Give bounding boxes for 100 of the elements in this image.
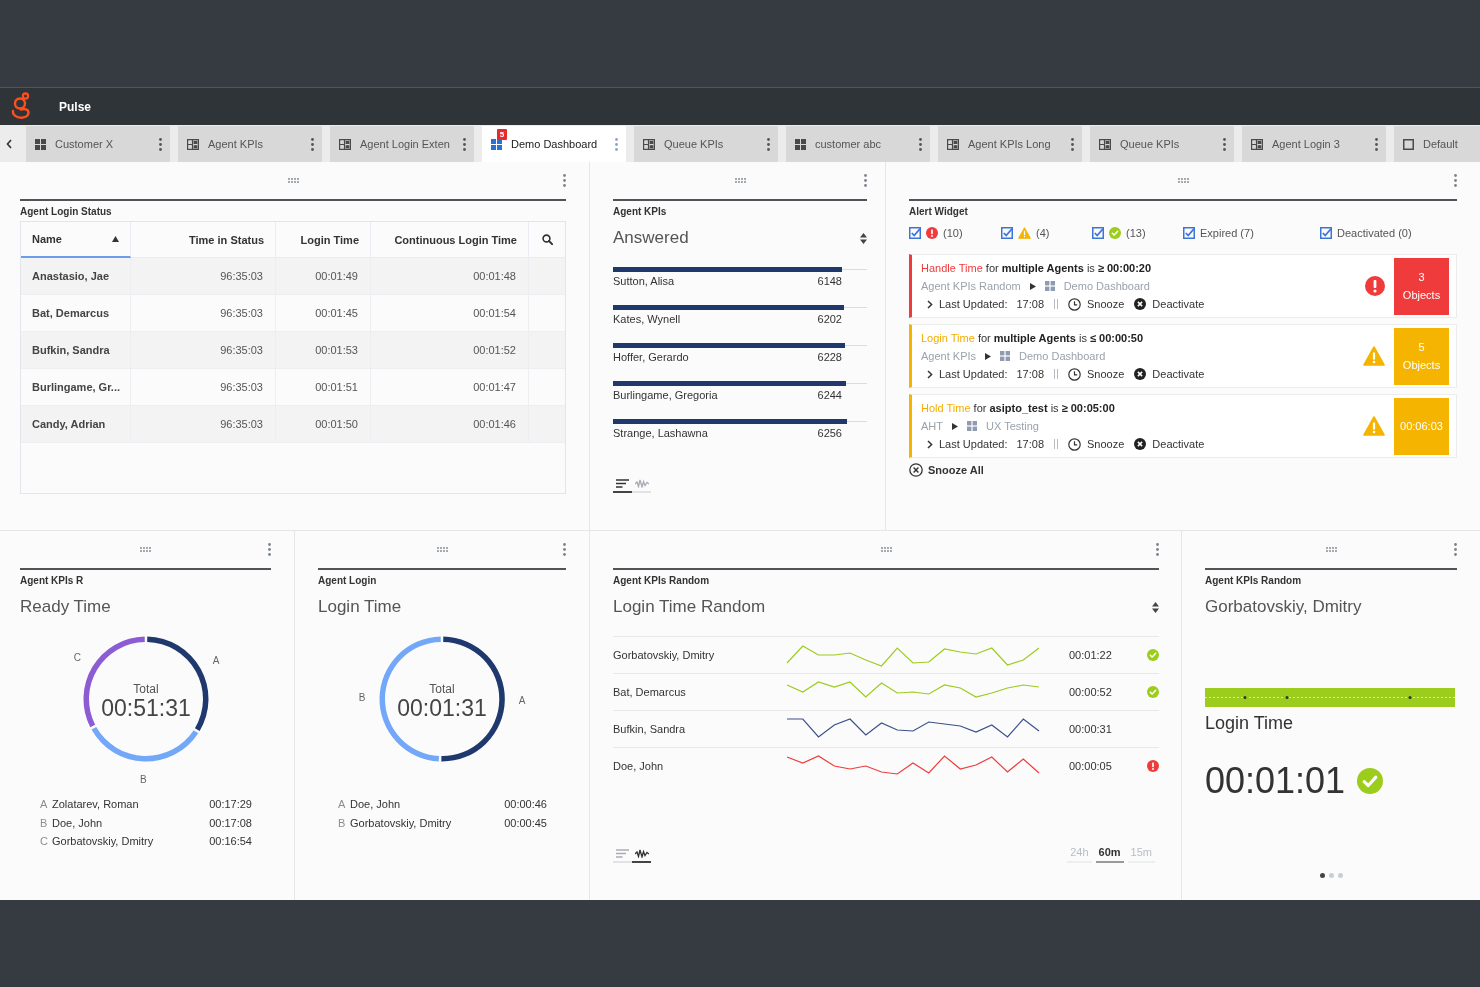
- more-icon[interactable]: [159, 137, 162, 151]
- tab[interactable]: Agent KPIs Long: [938, 126, 1082, 162]
- page-dot[interactable]: [1328, 873, 1334, 878]
- chevron-right-icon[interactable]: [927, 299, 933, 309]
- legend-letter: B: [40, 815, 49, 831]
- deactivate-button[interactable]: Deactivate: [1134, 298, 1205, 310]
- legend-name: Zolatarev, Roman: [52, 797, 140, 812]
- widget-title: Agent KPIs R: [20, 574, 84, 587]
- checkbox-icon[interactable]: [1001, 227, 1013, 239]
- more-icon[interactable]: [615, 137, 618, 151]
- table-cell: Candy, Adrian: [21, 406, 131, 443]
- logo-icon[interactable]: [10, 91, 32, 122]
- tab[interactable]: Agent KPIs: [178, 126, 322, 162]
- more-icon[interactable]: [1454, 543, 1457, 556]
- kpi-value: 6148: [817, 274, 842, 288]
- chevron-right-icon[interactable]: [927, 439, 933, 449]
- more-icon[interactable]: [1375, 137, 1378, 151]
- widget-title: Alert Widget: [909, 205, 968, 218]
- more-icon[interactable]: [1156, 543, 1159, 556]
- page-dot[interactable]: [1319, 873, 1325, 878]
- table-cell: Bufkin, Sandra: [21, 332, 131, 369]
- more-icon[interactable]: [767, 137, 770, 151]
- metric-title: Login Time Random: [613, 596, 766, 618]
- more-icon[interactable]: [864, 174, 867, 187]
- time-range-tab[interactable]: 60m: [1095, 846, 1124, 863]
- clock-icon: [1068, 437, 1082, 451]
- filter-checkbox[interactable]: Deactivated (0): [1320, 227, 1412, 239]
- widget-title: Agent KPIs Random: [613, 574, 710, 587]
- kpi-value: 6244: [817, 388, 842, 402]
- clock-icon: [1068, 297, 1082, 311]
- more-icon[interactable]: [463, 137, 466, 151]
- legend-name: Doe, John: [350, 797, 402, 812]
- tab[interactable]: Agent Login 3: [1242, 126, 1386, 162]
- agent-name: Gorbatovskiy, Dmitry: [1205, 596, 1362, 618]
- chevron-left-icon: [6, 139, 12, 149]
- filter-checkbox[interactable]: Expired (7): [1183, 227, 1320, 239]
- more-icon[interactable]: [1071, 137, 1074, 151]
- close-circle-icon: [1134, 298, 1147, 310]
- agent-name: Bat, Demarcus: [613, 686, 687, 698]
- sort-icon[interactable]: [860, 232, 867, 244]
- deactivate-button[interactable]: Deactivate: [1134, 368, 1205, 380]
- search-icon: [541, 234, 553, 245]
- kpi-value: 00:01:22: [1069, 649, 1112, 661]
- filter-checkbox[interactable]: (4): [1001, 227, 1092, 239]
- drag-handle-icon[interactable]: [436, 547, 448, 552]
- legend-letter: A: [338, 797, 347, 812]
- count-badge: 5 Objects: [1394, 327, 1449, 385]
- total-label: Total: [132, 682, 159, 696]
- drag-handle-icon[interactable]: [880, 547, 892, 552]
- snooze-all-button[interactable]: Snooze All: [909, 462, 984, 478]
- drag-handle-icon[interactable]: [287, 178, 299, 183]
- chevron-right-icon[interactable]: [927, 369, 933, 379]
- updated-label: Last Updated:: [939, 298, 1008, 310]
- total-value: 00:01:31: [397, 695, 487, 721]
- layout-icon: [1251, 138, 1263, 150]
- more-icon[interactable]: [1223, 137, 1226, 151]
- checkbox-icon[interactable]: [909, 227, 921, 239]
- filter-checkbox[interactable]: (13): [1092, 227, 1183, 239]
- drag-handle-icon[interactable]: [140, 547, 151, 552]
- clock-icon: [1068, 367, 1082, 381]
- count-badge: 00:06:03: [1394, 397, 1449, 455]
- tab[interactable]: Queue KPIs: [1090, 126, 1234, 162]
- filter-checkbox[interactable]: (10): [909, 227, 1001, 239]
- tab[interactable]: 5 Demo Dashboard: [482, 126, 626, 162]
- deactivate-button[interactable]: Deactivate: [1134, 438, 1205, 450]
- snooze-button[interactable]: Snooze: [1068, 367, 1125, 381]
- page-dot[interactable]: [1337, 873, 1343, 878]
- tab[interactable]: Default: [1394, 126, 1480, 162]
- tab[interactable]: customer abc: [786, 126, 930, 162]
- segment-label: B: [358, 692, 366, 704]
- widget-title: Agent Login Status: [20, 205, 112, 218]
- layout-icon: [187, 138, 199, 150]
- snooze-button[interactable]: Snooze: [1068, 297, 1125, 311]
- drag-handle-icon[interactable]: [1177, 178, 1189, 183]
- error-icon: [1365, 276, 1385, 296]
- updated-time: 17:08: [1016, 368, 1045, 380]
- sort-icon[interactable]: [1152, 601, 1159, 613]
- warning-icon: [1363, 346, 1385, 366]
- checkbox-icon[interactable]: [1092, 227, 1104, 239]
- drag-handle-icon[interactable]: [734, 178, 746, 183]
- legend-letter: B: [338, 815, 347, 831]
- tab[interactable]: Agent Login Exten: [330, 126, 474, 162]
- more-icon[interactable]: [919, 137, 922, 151]
- tab[interactable]: Queue KPIs: [634, 126, 778, 162]
- alert-condition: Hold Time for asipto_test is ≥ 00:05:00: [921, 402, 1115, 414]
- checkbox-icon[interactable]: [1183, 227, 1195, 239]
- tab[interactable]: Customer X: [26, 126, 170, 162]
- more-icon[interactable]: [1454, 174, 1457, 187]
- more-icon[interactable]: [268, 543, 271, 556]
- grid-icon: [795, 138, 806, 150]
- more-icon[interactable]: [563, 174, 566, 187]
- app-title: Pulse: [59, 99, 91, 114]
- snooze-button[interactable]: Snooze: [1068, 437, 1125, 451]
- updated-time: 17:08: [1016, 298, 1045, 310]
- drag-handle-icon[interactable]: [1325, 547, 1337, 552]
- checkbox-icon[interactable]: [1320, 227, 1332, 239]
- more-icon[interactable]: [563, 543, 566, 556]
- more-icon[interactable]: [311, 137, 314, 151]
- grid-icon: [1000, 351, 1011, 361]
- updated-label: Last Updated:: [939, 368, 1008, 380]
